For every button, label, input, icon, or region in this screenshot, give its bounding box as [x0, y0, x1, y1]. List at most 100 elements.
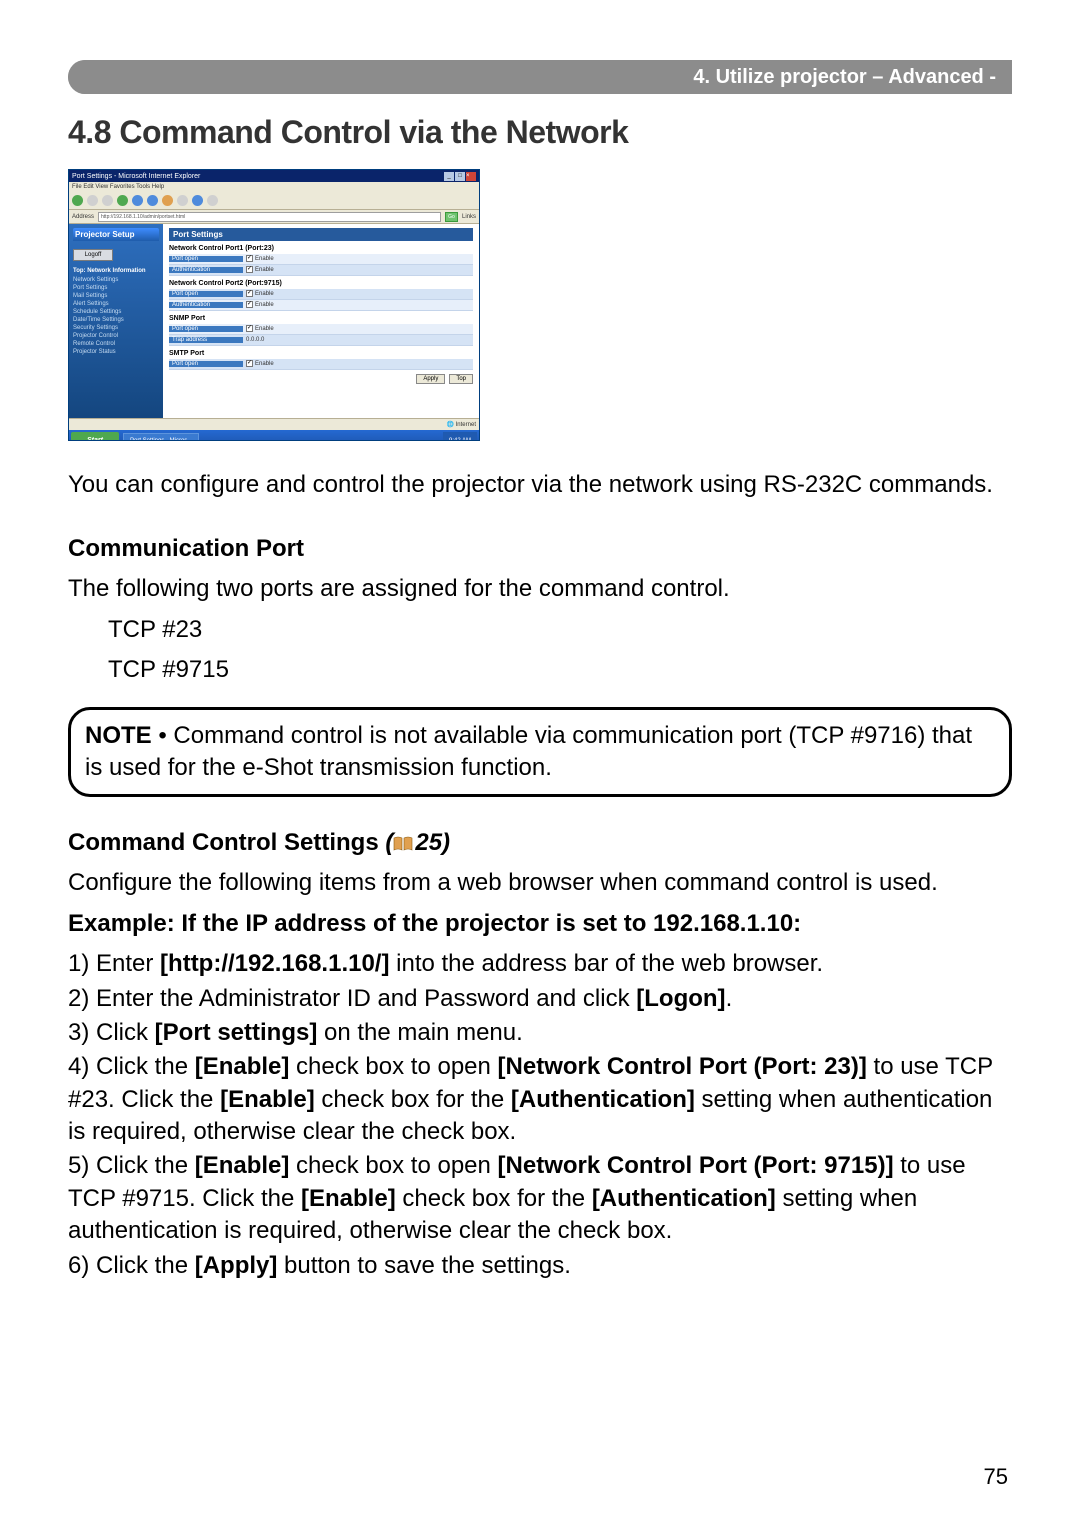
- forward-icon[interactable]: [87, 195, 98, 206]
- row-value: Enable: [243, 325, 277, 332]
- enable-label: Enable: [255, 257, 274, 263]
- links-label[interactable]: Links: [462, 214, 476, 220]
- row-label: Port open: [169, 291, 243, 297]
- smtp-port-open-row: Port open Enable: [169, 359, 473, 370]
- t: [Enable]: [301, 1185, 396, 1212]
- history-icon[interactable]: [177, 195, 188, 206]
- start-button[interactable]: Start: [71, 432, 119, 441]
- enable-checkbox[interactable]: [246, 301, 253, 308]
- sidebar-item-schedule-settings[interactable]: Schedule Settings: [73, 309, 159, 315]
- window-titlebar: Port Settings - Microsoft Internet Explo…: [69, 170, 479, 182]
- back-icon[interactable]: [72, 195, 83, 206]
- step-4: 4) Click the [Enable] check box to open …: [68, 1051, 1012, 1148]
- enable-label: Enable: [255, 268, 274, 274]
- sidebar-item-projector-status[interactable]: Projector Status: [73, 349, 159, 355]
- t: check box to open: [289, 1152, 497, 1179]
- comm-port-text: The following two ports are assigned for…: [68, 573, 1012, 605]
- enable-checkbox[interactable]: [246, 325, 253, 332]
- enable-label: Enable: [255, 362, 274, 368]
- t: 6) Click the: [68, 1252, 195, 1279]
- note-text: • Command control is not available via c…: [85, 722, 972, 781]
- sidebar-top-link[interactable]: Top: Network Information: [73, 268, 159, 275]
- t: [Network Control Port (Port: 23)]: [498, 1053, 867, 1080]
- t: 5) Click the: [68, 1152, 195, 1179]
- document-page: 4. Utilize projector – Advanced - 4.8 Co…: [0, 0, 1080, 1532]
- t: [Logon]: [636, 985, 725, 1012]
- enable-checkbox[interactable]: [246, 360, 253, 367]
- t: [Apply]: [195, 1252, 278, 1279]
- apply-button[interactable]: Apply: [416, 374, 445, 384]
- t: [Enable]: [195, 1053, 290, 1080]
- button-row: Apply Top: [169, 374, 473, 384]
- t: into the address bar of the web browser.: [389, 950, 823, 977]
- t: check box for the: [396, 1185, 592, 1212]
- maximize-icon[interactable]: □: [455, 172, 465, 181]
- sidebar-item-security-settings[interactable]: Security Settings: [73, 325, 159, 331]
- ccs-intro: Configure the following items from a web…: [68, 867, 1012, 899]
- section-snmp: SNMP Port: [169, 315, 473, 322]
- sidebar-item-alert-settings[interactable]: Alert Settings: [73, 301, 159, 307]
- row-label: Port open: [169, 361, 243, 367]
- t: 1) Enter: [68, 950, 160, 977]
- home-icon[interactable]: [132, 195, 143, 206]
- sidebar-heading: Projector Setup: [73, 228, 159, 241]
- row-value: Enable: [243, 360, 277, 367]
- t: [http://192.168.1.10/]: [160, 950, 389, 977]
- section-header-bar: 4. Utilize projector – Advanced -: [68, 60, 1012, 94]
- ncport2-port-open-row: Port openEnable: [169, 289, 473, 300]
- t: 4) Click the: [68, 1053, 195, 1080]
- note-label: NOTE: [85, 722, 152, 749]
- page-title: 4.8 Command Control via the Network: [68, 114, 1012, 151]
- section-smtp: SMTP Port: [169, 350, 473, 357]
- sidebar-item-remote-control[interactable]: Remote Control: [73, 341, 159, 347]
- taskbar-task[interactable]: Port Settings - Micros...: [123, 433, 199, 441]
- t: [Authentication]: [511, 1086, 695, 1113]
- enable-checkbox[interactable]: [246, 255, 253, 262]
- intro-paragraph: You can configure and control the projec…: [68, 469, 1012, 501]
- status-internet-label: Internet: [456, 422, 476, 428]
- windows-taskbar: Start Port Settings - Micros... 9:42 AM: [69, 430, 479, 441]
- ccs-heading-text: Command Control Settings: [68, 829, 385, 856]
- refresh-icon[interactable]: [117, 195, 128, 206]
- page-number: 75: [984, 1464, 1008, 1490]
- row-value: Enable: [243, 266, 277, 273]
- address-input[interactable]: http://192.168.1.10/admin/portset.html: [98, 212, 441, 222]
- sidebar-item-network-settings[interactable]: Network Settings: [73, 277, 159, 283]
- snmp-port-open-row: Port openEnable: [169, 324, 473, 335]
- go-button[interactable]: Go: [445, 212, 458, 222]
- t: [Enable]: [220, 1086, 315, 1113]
- row-label: Authentication: [169, 267, 243, 273]
- trap-address-value[interactable]: 0.0.0.0: [243, 337, 267, 343]
- command-control-settings-heading: Command Control Settings (25): [68, 829, 1012, 857]
- t: [Network Control Port (Port: 9715)]: [498, 1152, 894, 1179]
- enable-checkbox[interactable]: [246, 290, 253, 297]
- projector-sidebar: Projector Setup Logoff Top: Network Info…: [69, 224, 163, 418]
- sidebar-item-datetime-settings[interactable]: Date/Time Settings: [73, 317, 159, 323]
- sidebar-item-projector-control[interactable]: Projector Control: [73, 333, 159, 339]
- logoff-button[interactable]: Logoff: [73, 249, 113, 261]
- stop-icon[interactable]: [102, 195, 113, 206]
- sidebar-item-port-settings[interactable]: Port Settings: [73, 285, 159, 291]
- ccs-example: Example: If the IP address of the projec…: [68, 908, 1012, 940]
- minimize-icon[interactable]: _: [444, 172, 454, 181]
- enable-checkbox[interactable]: [246, 266, 253, 273]
- ccs-ref: (25): [385, 829, 450, 856]
- snmp-trap-row: Trap address0.0.0.0: [169, 335, 473, 346]
- address-bar-row: Address http://192.168.1.10/admin/portse…: [69, 210, 479, 224]
- sidebar-item-mail-settings[interactable]: Mail Settings: [73, 293, 159, 299]
- browser-menubar[interactable]: File Edit View Favorites Tools Help: [69, 182, 479, 192]
- window-title: Port Settings - Microsoft Internet Explo…: [72, 173, 200, 180]
- top-button[interactable]: Top: [449, 374, 473, 384]
- row-label: Port open: [169, 326, 243, 332]
- t: [Port settings]: [155, 1019, 318, 1046]
- taskbar-clock: 9:42 AM: [443, 432, 477, 441]
- mail-icon[interactable]: [192, 195, 203, 206]
- ncport1-auth-row: Authentication Enable: [169, 265, 473, 276]
- search-icon[interactable]: [147, 195, 158, 206]
- browser-statusbar: 🌐 Internet: [69, 418, 479, 430]
- close-icon[interactable]: ×: [466, 172, 476, 181]
- t: 2) Enter the Administrator ID and Passwo…: [68, 985, 636, 1012]
- print-icon[interactable]: [207, 195, 218, 206]
- step-1: 1) Enter [http://192.168.1.10/] into the…: [68, 948, 1012, 980]
- favorites-icon[interactable]: [162, 195, 173, 206]
